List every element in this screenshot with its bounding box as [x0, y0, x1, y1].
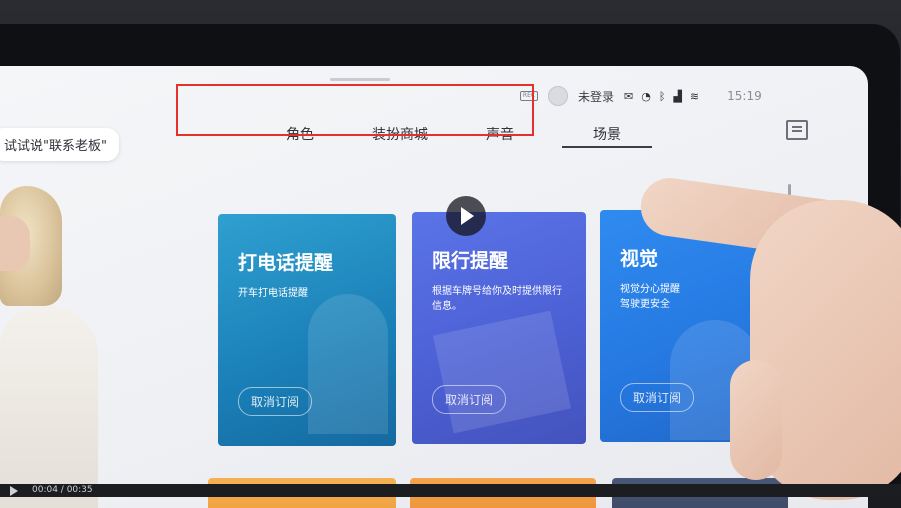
pointing-hand [637, 160, 901, 500]
character-face [0, 216, 30, 271]
avatar-character [0, 186, 100, 508]
notes-icon[interactable] [786, 120, 808, 140]
status-bar: REC 未登录 ✉ ◔ ᛒ ▟ ≋ 15:19 [520, 86, 762, 106]
card-desc: 开车打电话提醒 [238, 288, 308, 299]
top-handle [330, 78, 390, 81]
play-icon[interactable] [446, 196, 486, 236]
card-desc: 根据车牌号给你及时提供限行信息。 [432, 286, 562, 312]
bluetooth-icon: ᛒ [658, 89, 666, 103]
wifi-icon: ≋ [689, 89, 700, 103]
unsubscribe-button[interactable]: 取消订阅 [238, 387, 313, 416]
video-player-bar: 00:04 / 00:35 [0, 484, 901, 497]
user-avatar[interactable] [548, 86, 568, 106]
signal-icon: ◔ [641, 89, 651, 103]
status-icons: ✉ ◔ ᛒ ▟ ≋ [624, 90, 699, 103]
message-icon: ✉ [624, 89, 634, 103]
unsubscribe-button[interactable]: 取消订阅 [432, 385, 507, 414]
player-time: 00:04 / 00:35 [32, 485, 93, 495]
card-decoration [308, 294, 388, 434]
voice-hint-bubble: 试试说"联系老板" [0, 128, 119, 161]
scene-card-call-reminder[interactable]: 打电话提醒 开车打电话提醒 取消订阅 [218, 214, 396, 446]
character-body [0, 306, 98, 508]
clock: 15:19 [727, 89, 762, 103]
tab-scene[interactable]: 场景 [562, 124, 652, 148]
scene-card-restriction-reminder[interactable]: 限行提醒 根据车牌号给你及时提供限行信息。 取消订阅 [412, 212, 586, 444]
cellular-icon: ▟ [673, 89, 682, 103]
thumb [730, 360, 782, 480]
video-frame: REC 未登录 ✉ ◔ ᛒ ▟ ≋ 15:19 试试说"联系老板" 角色 装扮商… [0, 0, 901, 508]
card-decoration [432, 310, 572, 434]
login-status[interactable]: 未登录 [578, 88, 614, 105]
annotation-highlight-box [176, 84, 534, 136]
card-title: 打电话提醒 [238, 252, 334, 274]
card-title: 限行提醒 [432, 250, 509, 272]
player-play-icon[interactable] [10, 486, 18, 496]
